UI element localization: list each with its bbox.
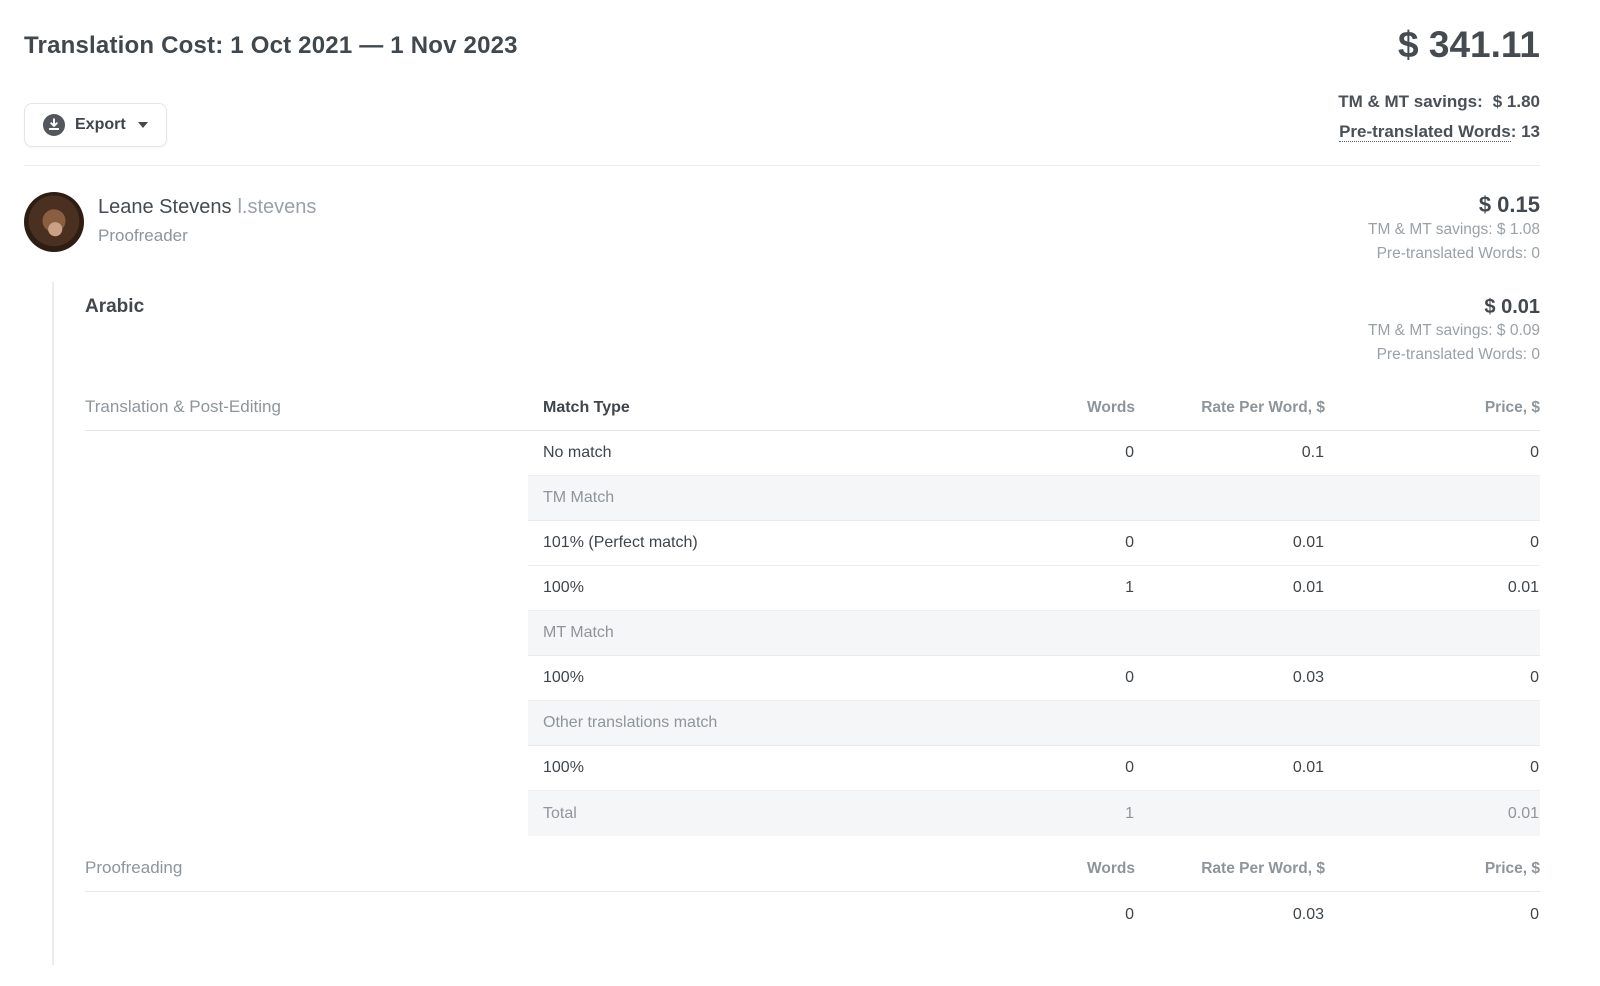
tm-mt-savings-label: TM & MT savings: (1338, 92, 1483, 111)
table-header: Proofreading Words Rate Per Word, $ Pric… (85, 858, 1540, 892)
language-header: Arabic $ 0.01 TM & MT savings: $ 0.09 Pr… (85, 282, 1540, 367)
cell-group-label: MT Match (528, 624, 1540, 642)
column-header-match-type: Match Type (528, 399, 985, 417)
cell-words: 0 (985, 906, 1135, 924)
cell-words: 1 (985, 805, 1135, 823)
translation-cost-report: Translation Cost: 1 Oct 2021 — 1 Nov 202… (0, 0, 1600, 965)
cell-group-label: Other translations match (528, 714, 1540, 732)
table-row: 0 0.03 0 (528, 892, 1540, 937)
grand-total: $ 341.11 (1398, 26, 1540, 63)
user-cost-summary: $ 0.15 TM & MT savings: $ 1.08 Pre-trans… (1368, 192, 1540, 266)
chevron-down-icon (138, 122, 148, 128)
table-body: No match 0 0.1 0 TM Match 101% (Perfect … (528, 431, 1540, 836)
pretranslated-words-line: Pre-translated Words: 13 (1338, 117, 1540, 147)
cell-rate: 0.01 (1135, 759, 1325, 777)
cell-price: 0.01 (1325, 805, 1540, 823)
cell-words: 0 (985, 534, 1135, 552)
cell-words: 0 (985, 444, 1135, 462)
column-header-price: Price, $ (1325, 399, 1540, 417)
language-total: $ 0.01 (1368, 296, 1540, 319)
table-body: 0 0.03 0 (528, 892, 1540, 937)
cell-price: 0 (1325, 906, 1540, 924)
cell-rate: 0.1 (1135, 444, 1325, 462)
section-label: Proofreading (85, 858, 528, 878)
column-headers: Words Rate Per Word, $ Price, $ (528, 860, 1540, 878)
table-group-row: TM Match (528, 476, 1540, 521)
user-row: Leane Stevens l.stevens Proofreader $ 0.1… (24, 166, 1540, 266)
cell-rate: 0.01 (1135, 534, 1325, 552)
user-username: l.stevens (237, 196, 316, 218)
table-row: No match 0 0.1 0 (528, 431, 1540, 476)
table-group-row: Other translations match (528, 701, 1540, 746)
export-button-label: Export (75, 116, 126, 134)
cell-price: 0 (1325, 444, 1540, 462)
cell-rate: 0.01 (1135, 579, 1325, 597)
user-info: Leane Stevens l.stevens Proofreader (24, 192, 316, 266)
cell-price: 0 (1325, 759, 1540, 777)
table-group-row: MT Match (528, 611, 1540, 656)
cell-words: 0 (985, 669, 1135, 687)
cell-group-label: TM Match (528, 489, 1540, 507)
cell-match-type: 100% (528, 759, 985, 777)
user-total: $ 0.15 (1368, 192, 1540, 218)
report-savings-summary: TM & MT savings: $ 1.80 Pre-translated Wo… (1338, 87, 1540, 147)
column-header-price: Price, $ (1325, 860, 1540, 878)
language-name: Arabic (85, 296, 144, 367)
user-role: Proofreader (98, 226, 316, 246)
language-savings-line: TM & MT savings: $ 0.09 (1368, 319, 1540, 343)
user-identity: Leane Stevens l.stevens Proofreader (98, 192, 316, 266)
user-name-line: Leane Stevens l.stevens (98, 196, 316, 219)
cell-match-type: No match (528, 444, 985, 462)
language-cost-summary: $ 0.01 TM & MT savings: $ 0.09 Pre-trans… (1368, 296, 1540, 367)
table-row: 101% (Perfect match) 0 0.01 0 (528, 521, 1540, 566)
user-full-name: Leane Stevens (98, 196, 231, 218)
column-header-rate: Rate Per Word, $ (1135, 860, 1325, 878)
cell-words: 0 (985, 759, 1135, 777)
table-header: Translation & Post-Editing Match Type Wo… (85, 397, 1540, 431)
column-headers: Match Type Words Rate Per Word, $ Price,… (528, 399, 1540, 417)
language-section: Arabic $ 0.01 TM & MT savings: $ 0.09 Pr… (52, 282, 1540, 965)
cell-total-label: Total (528, 805, 985, 823)
pretranslated-words-tooltip-trigger[interactable]: Pre-translated Words (1339, 122, 1511, 142)
table-total-row: Total 1 0.01 (528, 791, 1540, 836)
cell-price: 0 (1325, 669, 1540, 687)
export-button[interactable]: Export (24, 103, 167, 147)
cell-price: 0.01 (1325, 579, 1540, 597)
table-row: 100% 0 0.03 0 (528, 656, 1540, 701)
download-circle-icon (43, 114, 65, 136)
cell-rate: 0.03 (1135, 669, 1325, 687)
table-row: 100% 0 0.01 0 (528, 746, 1540, 791)
avatar (24, 192, 84, 252)
report-header: Translation Cost: 1 Oct 2021 — 1 Nov 202… (24, 0, 1540, 63)
column-header-rate: Rate Per Word, $ (1135, 399, 1325, 417)
cell-match-type: 100% (528, 579, 985, 597)
column-header-words: Words (985, 399, 1135, 417)
cell-words: 1 (985, 579, 1135, 597)
cell-match-type: 101% (Perfect match) (528, 534, 985, 552)
cell-rate: 0.03 (1135, 906, 1325, 924)
pretranslated-words-value: : 13 (1511, 122, 1540, 141)
section-label: Translation & Post-Editing (85, 397, 528, 417)
table-row: 100% 1 0.01 0.01 (528, 566, 1540, 611)
tm-mt-savings-value: $ 1.80 (1493, 92, 1540, 111)
translation-post-editing-table: Translation & Post-Editing Match Type Wo… (85, 397, 1540, 836)
page-title: Translation Cost: 1 Oct 2021 — 1 Nov 202… (24, 32, 518, 60)
column-header-words: Words (985, 860, 1135, 878)
language-pretranslated-line: Pre-translated Words: 0 (1368, 343, 1540, 367)
user-savings-line: TM & MT savings: $ 1.08 (1368, 218, 1540, 242)
proofreading-table: Proofreading Words Rate Per Word, $ Pric… (85, 858, 1540, 937)
cell-match-type: 100% (528, 669, 985, 687)
cell-price: 0 (1325, 534, 1540, 552)
user-pretranslated-line: Pre-translated Words: 0 (1368, 242, 1540, 266)
tm-mt-savings-line: TM & MT savings: $ 1.80 (1338, 87, 1540, 117)
header-toolbar: Export TM & MT savings: $ 1.80 Pre-transl… (24, 87, 1540, 147)
